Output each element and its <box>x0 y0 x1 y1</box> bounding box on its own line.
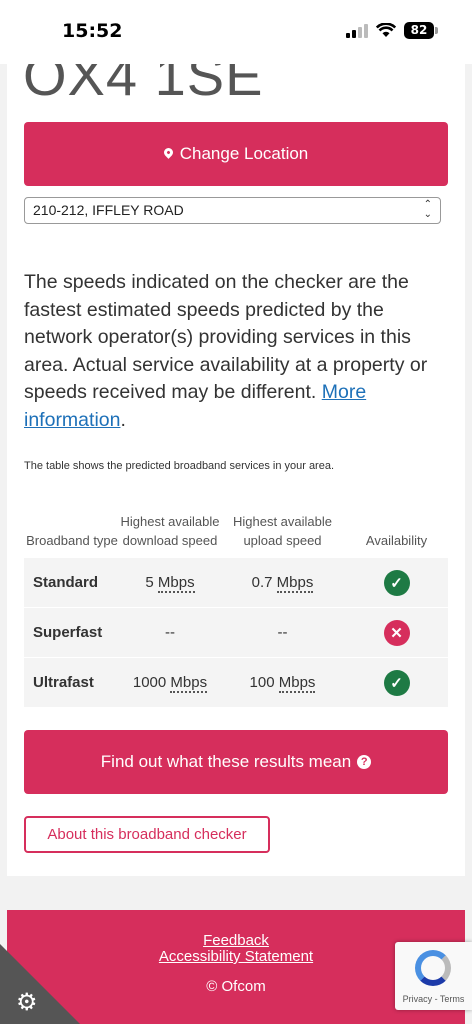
check-icon: ✓ <box>383 569 410 596</box>
recaptcha-badge[interactable]: Privacy - Terms <box>395 942 472 1010</box>
find-out-label: Find out what these results mean <box>100 752 352 771</box>
change-location-button[interactable]: Change Location <box>24 122 448 186</box>
address-select-value: 210-212, IFFLEY ROAD <box>33 202 184 218</box>
speed-disclaimer: The speeds indicated on the checker are … <box>24 269 449 434</box>
recaptcha-icon <box>415 950 451 986</box>
row-download: 1000 Mbps <box>132 674 208 693</box>
address-select[interactable]: 210-212, IFFLEY ROAD ⌃ ⌄ <box>24 197 441 224</box>
status-bar: 15:52 82 <box>0 0 472 64</box>
status-time: 15:52 <box>62 20 123 42</box>
row-upload: 0.7 Mbps <box>251 574 314 593</box>
row-type: Ultrafast <box>33 674 94 691</box>
wifi-icon <box>376 23 396 37</box>
table-note: The table shows the predicted broadband … <box>24 460 335 472</box>
header-availability: Availability <box>365 533 428 548</box>
header-upload: Highest available upload speed <box>232 514 332 548</box>
unit-tooltip[interactable]: Mbps <box>276 574 314 593</box>
unit-tooltip[interactable]: Mbps <box>157 574 195 593</box>
find-out-results-button[interactable]: Find out what these results mean ? <box>24 730 448 794</box>
row-upload: 100 Mbps <box>249 674 316 693</box>
row-availability: ✕ <box>345 619 448 646</box>
unit-tooltip[interactable]: Mbps <box>170 674 208 693</box>
change-location-label: Change Location <box>179 144 309 163</box>
row-download: 5 Mbps <box>145 574 195 593</box>
row-availability: ✓ <box>345 669 448 696</box>
gear-icon: ⚙ <box>16 988 38 1016</box>
row-availability: ✓ <box>345 569 448 596</box>
table-row: Ultrafast 1000 Mbps 100 Mbps ✓ <box>24 658 448 708</box>
results-card: OX4 1SE Change Location 210-212, IFFLEY … <box>7 40 465 876</box>
table-header: Broadband type Highest available downloa… <box>24 492 448 558</box>
select-chevron-icon: ⌃ ⌄ <box>423 199 432 220</box>
row-upload: -- <box>277 624 288 641</box>
table-row: Standard 5 Mbps 0.7 Mbps ✓ <box>24 558 448 608</box>
battery-icon: 82 <box>404 22 438 39</box>
row-type: Superfast <box>33 624 103 641</box>
header-type: Broadband type <box>26 533 118 548</box>
header-download: Highest available download speed <box>120 514 220 548</box>
status-icons: 82 <box>346 22 438 39</box>
about-checker-button[interactable]: About this broadband checker <box>24 816 270 853</box>
broadband-table: Broadband type Highest available downloa… <box>24 492 448 708</box>
recaptcha-links[interactable]: Privacy - Terms <box>395 994 472 1004</box>
row-type: Standard <box>33 574 99 591</box>
map-pin-icon <box>161 145 175 159</box>
unit-tooltip[interactable]: Mbps <box>278 674 316 693</box>
signal-icon <box>346 23 368 38</box>
table-row: Superfast -- -- ✕ <box>24 608 448 658</box>
question-circle-icon: ? <box>357 755 372 769</box>
disclaimer-period: . <box>120 408 126 431</box>
disclaimer-text: The speeds indicated on the checker are … <box>24 271 428 403</box>
cross-icon: ✕ <box>383 619 410 646</box>
row-download: -- <box>165 624 175 641</box>
check-icon: ✓ <box>383 669 410 696</box>
